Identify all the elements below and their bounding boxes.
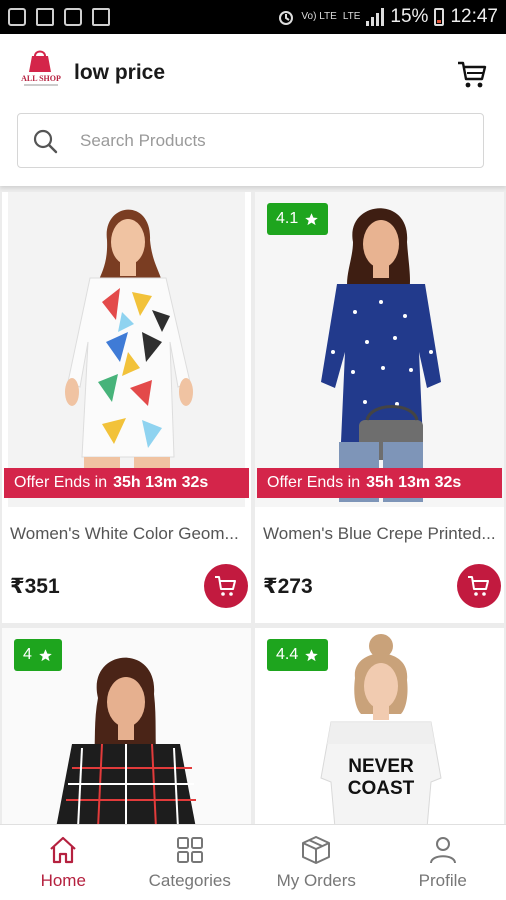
search-icon	[33, 129, 58, 153]
cart-icon[interactable]	[456, 58, 488, 90]
product-card[interactable]: 4	[2, 628, 251, 824]
cart-icon	[468, 576, 489, 596]
product-grid: Offer Ends in 35h 13m 32s Women's White …	[0, 192, 506, 824]
rating-value: 4.1	[276, 210, 299, 227]
offer-label: Offer Ends in	[267, 474, 361, 491]
star-icon	[305, 212, 318, 225]
rating-badge: 4.4	[267, 639, 329, 671]
alarm-icon	[279, 11, 294, 25]
logo-text: ALL SHOP	[21, 74, 61, 83]
offer-label: Offer Ends in	[14, 474, 108, 491]
mail-notification-icon	[64, 8, 82, 26]
network-label: Vo) LTE	[301, 11, 337, 22]
edit-notification-icon	[8, 8, 26, 26]
offer-timer: 35h 13m 32s	[366, 474, 462, 491]
add-to-cart-button[interactable]	[457, 564, 501, 608]
clock: 12:47	[450, 6, 498, 27]
battery-percent: 15%	[390, 6, 429, 27]
rating-badge: 4	[14, 639, 62, 671]
rating-badge: 4.1	[267, 203, 329, 235]
network-sub-label: LTE	[342, 11, 361, 22]
nav-home-label: Home	[40, 871, 86, 890]
star-icon	[39, 648, 52, 661]
cart-icon	[215, 576, 236, 596]
nav-categories-label: Categories	[148, 871, 231, 890]
add-to-cart-button[interactable]	[204, 564, 248, 608]
bottom-navigation: Home Categories My Orders Profile	[0, 824, 506, 900]
star-icon	[305, 648, 318, 661]
product-card[interactable]: NEVER COAST 4.4	[255, 628, 504, 824]
nav-categories[interactable]: Categories	[127, 825, 254, 900]
nav-home[interactable]: Home	[0, 825, 127, 900]
status-bar: Vo) LTE LTE 15% 12:47	[0, 0, 506, 34]
nav-my-orders[interactable]: My Orders	[253, 825, 380, 900]
signal-icon	[366, 8, 385, 26]
product-price: ₹273	[263, 575, 313, 598]
product-image[interactable]	[255, 192, 504, 507]
shirt-text-1: NEVER	[348, 756, 414, 777]
rating-value: 4.4	[276, 646, 299, 663]
product-price: ₹351	[10, 575, 60, 598]
product-name[interactable]: Women's Blue Crepe Printed...	[263, 524, 499, 544]
home-icon	[50, 836, 76, 864]
battery-icon	[434, 8, 445, 26]
box-icon	[302, 836, 331, 864]
shirt-text-2: COAST	[348, 778, 415, 799]
nav-profile[interactable]: Profile	[380, 825, 506, 900]
app-notification-icon	[92, 8, 110, 26]
nav-my-orders-label: My Orders	[276, 871, 356, 890]
app-logo[interactable]: ALL SHOP	[18, 50, 64, 90]
page-title: low price	[74, 61, 166, 84]
nav-profile-label: Profile	[418, 871, 467, 890]
grid-icon	[176, 837, 203, 863]
product-image[interactable]	[2, 192, 251, 507]
person-icon	[429, 837, 456, 864]
app-header: ALL SHOP low price	[0, 34, 506, 186]
search-bar[interactable]	[17, 113, 484, 168]
offer-timer: 35h 13m 32s	[113, 474, 209, 491]
offer-banner: Offer Ends in 35h 13m 32s	[257, 468, 502, 498]
product-name[interactable]: Women's White Color Geom...	[10, 524, 246, 544]
offer-banner: Offer Ends in 35h 13m 32s	[4, 468, 249, 498]
product-card[interactable]: Offer Ends in 35h 13m 32s Women's White …	[2, 192, 251, 623]
search-input[interactable]	[80, 130, 460, 151]
image-notification-icon	[36, 8, 54, 26]
rating-value: 4	[23, 646, 32, 663]
product-card[interactable]: 4.1 Offer Ends in 35h 13m 32s Women's Bl…	[255, 192, 504, 623]
